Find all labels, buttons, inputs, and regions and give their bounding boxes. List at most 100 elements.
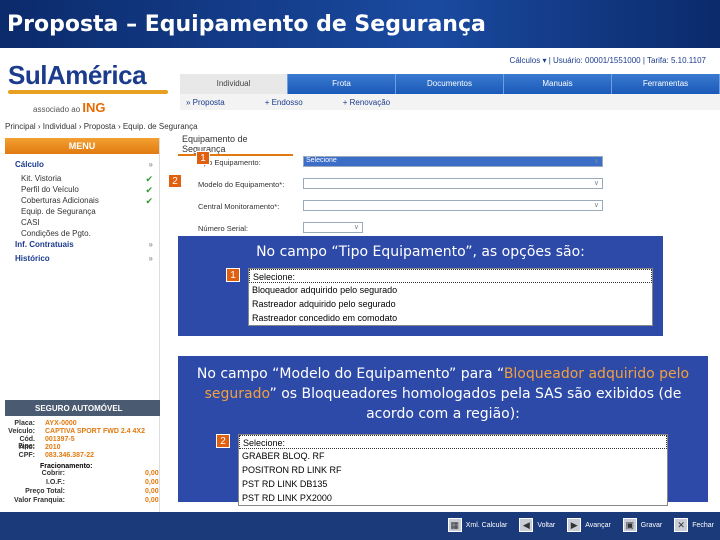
menu-item-label: Condições de Pgto. <box>21 229 91 238</box>
summary-value: AYX-0000 <box>45 420 77 427</box>
field-select[interactable] <box>303 200 603 211</box>
modelo-options-list[interactable]: Selecione: GRABER BLOQ. RF POSITRON RD LIN… <box>238 434 668 506</box>
field-input[interactable] <box>303 222 363 233</box>
popup-tipo-text: No campo “Tipo Equipamento”, as opções s… <box>256 244 585 260</box>
tipo-options-list[interactable]: Selecione: Bloqueador adquirido pelo segu… <box>248 268 653 326</box>
menu-item[interactable]: Cálculo » <box>5 160 159 170</box>
summary-key: Veículo: <box>8 428 35 435</box>
fechar-button[interactable]: ✕ Fechar <box>674 518 714 532</box>
subnav-link[interactable]: + Renovação <box>343 98 390 110</box>
form-field: Central Monitoramento*: <box>198 200 603 211</box>
logo-swoosh <box>8 90 168 94</box>
option-item[interactable]: Selecione: <box>239 435 667 449</box>
subnav-link[interactable]: + Endosso <box>265 98 303 110</box>
menu-item[interactable]: Equip. de Segurança <box>5 207 159 217</box>
option-item[interactable]: PST RD LINK DB135 <box>239 477 667 491</box>
avan-ar-button[interactable]: ▶ Avançar <box>567 518 611 532</box>
popup-marker-1: 1 <box>226 268 240 282</box>
menu-title: MENU <box>5 138 159 154</box>
check-icon: ✔ <box>145 185 153 195</box>
policy-summary: SEGURO AUTOMÓVEL Placa: AYX-0000 Veículo: C… <box>5 400 160 512</box>
option-item[interactable]: POSITRON RD LINK RF <box>239 463 667 477</box>
tab-individual[interactable]: Individual <box>180 74 288 94</box>
popup-tipo: No campo “Tipo Equipamento”, as opções s… <box>178 236 663 336</box>
tab-manuais[interactable]: Manuais <box>504 74 612 94</box>
button-label: Gravar <box>640 521 663 529</box>
option-item[interactable]: Bloqueador adquirido pelo segurado <box>249 283 652 297</box>
fin-value: 0,00 <box>145 497 159 504</box>
policy-summary-title: SEGURO AUTOMÓVEL <box>5 400 160 416</box>
fin-key: Preço Total: <box>25 488 65 495</box>
option-item[interactable]: PST RD LINK PX2000 <box>239 491 667 505</box>
option-item[interactable]: Rastreador adquirido pelo segurado <box>249 297 652 311</box>
fin-value: 0,00 <box>145 470 159 477</box>
fin-value: 0,00 <box>145 488 159 495</box>
chevron-down-icon: » <box>148 254 153 263</box>
menu-item[interactable]: Coberturas Adicionais ✔ <box>5 196 159 206</box>
option-item[interactable]: Rastreador concedido em comodato <box>249 311 652 325</box>
tab-documentos[interactable]: Documentos <box>396 74 504 94</box>
tab-frota[interactable]: Frota <box>288 74 396 94</box>
fin-row: I.O.F.: 0,00 <box>5 479 160 488</box>
popup-modelo-text: No campo “Modelo do Equipamento” para “B… <box>196 366 690 422</box>
summary-value: 001397-5 <box>45 436 75 443</box>
menu-item[interactable]: Inf. Contratuais » <box>5 240 159 250</box>
voltar-button[interactable]: ◀ Voltar <box>519 518 555 532</box>
equipment-form: Equipamento de Segurança Tipo Equipament… <box>178 134 718 234</box>
menu-item[interactable]: Perfil do Veículo ✔ <box>5 185 159 195</box>
field-label: Número Serial: <box>198 224 249 233</box>
summary-key: Ano: <box>19 444 35 451</box>
summary-key: Placa: <box>14 420 35 427</box>
field-select[interactable]: Selecione <box>303 156 603 167</box>
subnav-link[interactable]: » Proposta <box>186 98 225 110</box>
field-select[interactable] <box>303 178 603 189</box>
xml-calcular-button[interactable]: ▦ Xml. Calcular <box>447 518 507 532</box>
tab-ferramentas[interactable]: Ferramentas <box>612 74 720 94</box>
popup-marker-2: 2 <box>216 434 230 448</box>
summary-value: CAPTIVA SPORT FWD 2.4 4X2 <box>45 428 145 435</box>
button-label: Avançar <box>585 521 611 529</box>
fin-row: Cobrir: 0,00 <box>5 470 160 479</box>
popup-modelo: No campo “Modelo do Equipamento” para “B… <box>178 356 708 506</box>
option-item[interactable]: GRABER BLOQ. RF <box>239 449 667 463</box>
field-label: Central Monitoramento*: <box>198 202 280 211</box>
slide-title: Proposta – Equipamento de Segurança <box>0 0 720 48</box>
option-item[interactable]: Selecione: <box>249 269 652 283</box>
user-info-bar: Cálculos ▾ | Usuário: 00001/1551000 | Ta… <box>509 56 706 65</box>
menu-item[interactable]: Condições de Pgto. <box>5 229 159 239</box>
menu-item-label: Coberturas Adicionais <box>21 196 99 205</box>
calc-icon: ▦ <box>447 518 462 532</box>
menu-item-label: Inf. Contratuais <box>15 240 74 249</box>
menu-item[interactable]: Kit. Vistoria ✔ <box>5 174 159 184</box>
summary-row: Cód. Fipe: 001397-5 <box>5 436 160 450</box>
chevron-down-icon: » <box>148 160 153 169</box>
menu-item[interactable]: CASI <box>5 218 159 228</box>
menu-item-label: Cálculo <box>15 160 44 169</box>
summary-row: Veículo: CAPTIVA SPORT FWD 2.4 4X2 <box>5 428 160 436</box>
menu-item-label: Histórico <box>15 254 50 263</box>
menu-item-label: Perfil do Veículo <box>21 185 79 194</box>
back-icon: ◀ <box>519 518 534 532</box>
check-icon: ✔ <box>145 196 153 206</box>
marker-2: 2 <box>168 174 182 188</box>
button-label: Voltar <box>537 521 556 529</box>
menu-item[interactable]: Histórico » <box>5 254 159 264</box>
marker-1: 1 <box>196 151 210 165</box>
form-field: Modelo do Equipamento*: <box>198 178 603 189</box>
summary-row: Placa: AYX-0000 <box>5 420 160 428</box>
gravar-button[interactable]: ▣ Gravar <box>622 518 663 532</box>
bottom-toolbar: ▦ Xml. Calcular ◀ Voltar ▶ Avançar ▣ Gravar ✕ Fec… <box>0 512 720 540</box>
fin-key: Valor Franquia: <box>14 497 65 504</box>
save-icon: ▣ <box>622 518 637 532</box>
button-label: Fechar <box>692 521 714 529</box>
fin-row: Preço Total: 0,00 <box>5 488 160 497</box>
summary-value: 083.346.387-22 <box>45 452 95 459</box>
summary-row: CPF: 083.346.387-22 <box>5 452 160 460</box>
ing-tagline: associado ao ING <box>33 100 106 115</box>
menu-item-label: CASI <box>21 218 40 227</box>
summary-key: CPF: <box>18 452 35 459</box>
summary-value: 2010 <box>45 444 61 451</box>
chevron-down-icon: » <box>148 240 153 249</box>
app-screen: SulAmérica associado ao ING Cálculos ▾ |… <box>0 50 720 518</box>
check-icon: ✔ <box>145 174 153 184</box>
